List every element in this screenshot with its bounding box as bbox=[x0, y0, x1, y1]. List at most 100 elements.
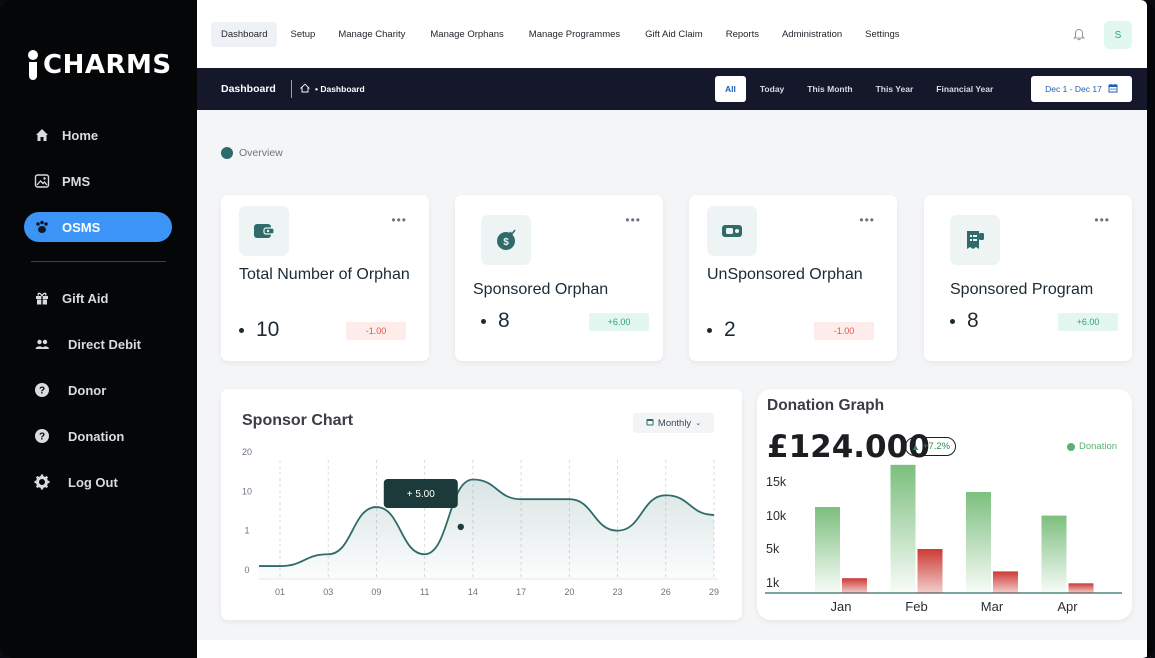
card-value: 8 bbox=[481, 309, 510, 333]
stat-card-total-orphans[interactable]: ••• Total Number of Orphan 10 -1.00 bbox=[221, 195, 429, 361]
filter-this-month[interactable]: This Month bbox=[807, 76, 852, 102]
sidebar-item-log-out[interactable]: Log Out bbox=[24, 467, 172, 497]
change-badge: +6.00 bbox=[589, 313, 649, 331]
topnav-reports[interactable]: Reports bbox=[716, 22, 769, 47]
date-range-button[interactable]: Dec 1 - Dec 17 bbox=[1031, 76, 1132, 102]
sidebar-item-gift-aid[interactable]: Gift Aid bbox=[24, 283, 172, 313]
card-title: Total Number of Orphan bbox=[239, 266, 410, 283]
stat-card-sponsored-program[interactable]: ••• Sponsored Program 8 +6.00 bbox=[924, 195, 1132, 361]
donation-bar-chart: 1k 5k 10k 15k Jan Feb Mar Apr bbox=[765, 464, 1122, 614]
topnav-setup[interactable]: Setup bbox=[280, 22, 325, 47]
filter-all[interactable]: All bbox=[715, 76, 746, 102]
change-badge: -1.00 bbox=[814, 322, 874, 340]
donation-graph-panel: Donation Graph £124.000 ▲ +7.2% Donation bbox=[757, 389, 1132, 620]
x-tick-label: 14 bbox=[468, 587, 478, 597]
image-icon bbox=[34, 173, 50, 189]
card-title: UnSponsored Orphan bbox=[707, 266, 863, 283]
filter-this-year[interactable]: This Year bbox=[876, 76, 914, 102]
x-tick-label: 03 bbox=[323, 587, 333, 597]
card-menu-button[interactable]: ••• bbox=[625, 213, 641, 227]
card-menu-button[interactable]: ••• bbox=[859, 213, 875, 227]
cash-icon bbox=[707, 206, 757, 256]
bar-secondary bbox=[842, 578, 867, 593]
card-menu-button[interactable]: ••• bbox=[391, 213, 407, 227]
sidebar-item-label: Home bbox=[62, 127, 99, 143]
card-title: Sponsored Orphan bbox=[473, 281, 609, 298]
bar-donation bbox=[1041, 515, 1067, 593]
bottom-panel-edge bbox=[197, 640, 1147, 658]
sponsor-area bbox=[259, 479, 714, 578]
money-bag-icon: $ bbox=[481, 215, 531, 265]
x-tick-label: 01 bbox=[275, 587, 285, 597]
paw-icon bbox=[34, 219, 50, 235]
x-tick-label: 20 bbox=[564, 587, 574, 597]
topnav-manage-charity[interactable]: Manage Charity bbox=[328, 22, 415, 47]
topnav-administration[interactable]: Administration bbox=[772, 22, 852, 47]
sidebar-item-donation[interactable]: ? Donation bbox=[24, 421, 172, 451]
home-outline-icon[interactable] bbox=[299, 83, 311, 95]
users-icon bbox=[34, 336, 50, 352]
help-icon: ? bbox=[34, 382, 50, 398]
y-tick-label: 0 bbox=[244, 565, 249, 575]
y-tick-label: 5k bbox=[766, 542, 780, 556]
filter-financial-year[interactable]: Financial Year bbox=[936, 76, 993, 102]
breadcrumb: • Dashboard bbox=[299, 83, 365, 95]
topnav-manage-orphans[interactable]: Manage Orphans bbox=[420, 22, 513, 47]
sidebar-item-label: Donor bbox=[68, 382, 107, 398]
app-window: CHARMS Home PMS OSMS Gift Aid Direct Deb… bbox=[0, 0, 1155, 658]
overview-text: Overview bbox=[239, 147, 283, 159]
topnav-dashboard[interactable]: Dashboard bbox=[211, 22, 278, 47]
y-tick-label: 15k bbox=[766, 475, 787, 489]
topnav-manage-programmes[interactable]: Manage Programmes bbox=[519, 22, 630, 47]
overview-dot bbox=[221, 147, 233, 159]
sidebar-item-osms[interactable]: OSMS bbox=[24, 212, 172, 242]
stat-card-unsponsored-orphan[interactable]: ••• UnSponsored Orphan 2 -1.00 bbox=[689, 195, 897, 361]
topnav-settings[interactable]: Settings bbox=[855, 22, 909, 47]
bar-secondary bbox=[917, 549, 943, 593]
page-title: Dashboard bbox=[221, 83, 276, 95]
sidebar-item-label: OSMS bbox=[62, 219, 101, 235]
x-tick-label: Apr bbox=[1057, 599, 1078, 614]
logo-mark bbox=[25, 50, 41, 80]
breadcrumb-current: • Dashboard bbox=[315, 84, 365, 94]
sidebar-item-direct-debit[interactable]: Direct Debit bbox=[24, 329, 172, 359]
sidebar-item-pms[interactable]: PMS bbox=[24, 166, 172, 196]
bar-donation bbox=[966, 492, 991, 593]
card-value: 10 bbox=[239, 318, 279, 342]
y-tick-label: 10k bbox=[766, 509, 787, 523]
x-tick-label: Jan bbox=[831, 599, 852, 614]
calendar-icon bbox=[1108, 83, 1118, 95]
header-divider bbox=[291, 80, 292, 98]
logo-text: CHARMS bbox=[43, 50, 172, 80]
sidebar-item-label: Donation bbox=[68, 428, 125, 444]
date-filter-group: All Today This Month This Year Financial… bbox=[715, 76, 1016, 102]
card-value: 8 bbox=[950, 309, 979, 333]
overview-label: Overview bbox=[221, 147, 283, 159]
change-badge: -1.00 bbox=[346, 322, 406, 340]
bar-secondary bbox=[1068, 583, 1094, 593]
logo: CHARMS bbox=[25, 50, 172, 80]
sidebar: CHARMS Home PMS OSMS Gift Aid Direct Deb… bbox=[0, 0, 197, 658]
bell-icon[interactable] bbox=[1073, 28, 1085, 46]
y-tick-label: 1k bbox=[766, 576, 780, 590]
x-tick-label: 17 bbox=[516, 587, 526, 597]
top-nav-menu: Dashboard Setup Manage Charity Manage Or… bbox=[211, 22, 913, 47]
gift-icon bbox=[34, 290, 50, 306]
topnav-gift-aid-claim[interactable]: Gift Aid Claim bbox=[635, 22, 713, 47]
top-navigation: Dashboard Setup Manage Charity Manage Or… bbox=[197, 0, 1147, 68]
sidebar-divider bbox=[31, 261, 166, 262]
stat-card-sponsored-orphan[interactable]: $ ••• Sponsored Orphan 8 +6.00 bbox=[455, 195, 663, 361]
sidebar-item-label: Log Out bbox=[68, 474, 118, 490]
bar-secondary bbox=[993, 571, 1018, 593]
sidebar-item-donor[interactable]: ? Donor bbox=[24, 375, 172, 405]
svg-text:?: ? bbox=[39, 432, 45, 443]
help-icon: ? bbox=[34, 428, 50, 444]
highlight-point bbox=[457, 523, 464, 531]
avatar[interactable]: S bbox=[1104, 21, 1132, 49]
bar-donation bbox=[890, 464, 916, 593]
sidebar-item-label: PMS bbox=[62, 173, 91, 189]
filter-today[interactable]: Today bbox=[760, 76, 784, 102]
card-menu-button[interactable]: ••• bbox=[1094, 213, 1110, 227]
sidebar-item-home[interactable]: Home bbox=[24, 120, 172, 150]
date-range-label: Dec 1 - Dec 17 bbox=[1045, 84, 1102, 94]
